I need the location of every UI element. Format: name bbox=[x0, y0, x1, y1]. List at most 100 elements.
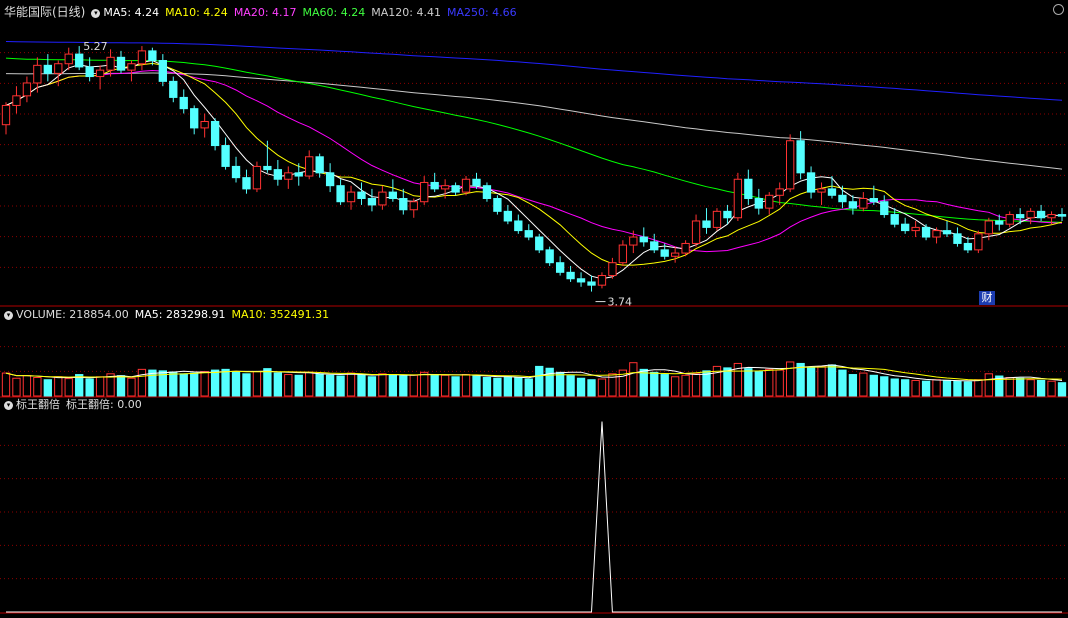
candle-body bbox=[921, 226, 931, 238]
volume-bar bbox=[179, 373, 188, 397]
candle-body bbox=[984, 220, 993, 235]
candle-body bbox=[252, 165, 262, 190]
ma-toggle-icon[interactable]: ▾ bbox=[91, 8, 101, 18]
volume-bar bbox=[880, 376, 889, 397]
candle-body bbox=[482, 185, 492, 200]
candle-body bbox=[242, 177, 251, 190]
volume-bar bbox=[681, 374, 690, 397]
candle-body bbox=[566, 271, 575, 280]
volume-bar bbox=[514, 377, 523, 397]
volume-bar bbox=[566, 375, 575, 397]
candle-body bbox=[503, 210, 513, 222]
candle-body bbox=[1057, 214, 1067, 217]
candle-body bbox=[1036, 210, 1046, 219]
candle-body bbox=[608, 262, 617, 277]
financial-report-badge[interactable]: 财 bbox=[979, 291, 995, 305]
volume-bar bbox=[472, 375, 481, 397]
candle-body bbox=[179, 96, 188, 110]
volume-bar bbox=[911, 379, 920, 397]
grid-lines bbox=[0, 52, 1068, 614]
volume-bar bbox=[1005, 377, 1014, 397]
candle-body bbox=[754, 198, 763, 209]
candle-body bbox=[744, 178, 753, 200]
candle-body bbox=[451, 185, 460, 193]
volume-bar bbox=[650, 371, 659, 397]
volume-bar bbox=[1057, 382, 1067, 397]
volume-bar bbox=[137, 368, 147, 397]
candle-body bbox=[597, 275, 607, 286]
candle-body bbox=[325, 172, 335, 187]
candle-body bbox=[869, 198, 878, 203]
volume-bar bbox=[221, 368, 230, 397]
volume-bar bbox=[535, 365, 544, 397]
ma120-line bbox=[5, 72, 1063, 170]
ma5-value: MA5: 4.24 bbox=[103, 6, 160, 19]
candle-body bbox=[1016, 214, 1025, 219]
candle-body bbox=[12, 95, 21, 106]
candle-body bbox=[639, 236, 648, 243]
candle-body bbox=[723, 210, 732, 219]
volume-bar bbox=[524, 378, 533, 397]
volume-bar bbox=[1016, 377, 1025, 397]
indicator-header: ▾ 标王翻倍 标王翻倍: 0.00 bbox=[4, 398, 148, 412]
volume-bar bbox=[869, 374, 878, 397]
candle-body bbox=[399, 198, 408, 211]
volume-bar bbox=[555, 371, 565, 397]
badge-label: 财 bbox=[981, 291, 993, 304]
candle-body bbox=[514, 220, 523, 232]
candle-body bbox=[273, 169, 283, 180]
volume-bar bbox=[169, 371, 178, 397]
volume-bar bbox=[1, 372, 11, 397]
volume-bar bbox=[210, 369, 220, 397]
candle-body bbox=[493, 198, 502, 212]
volume-bar bbox=[723, 367, 732, 397]
candle-body bbox=[587, 281, 596, 286]
volume-bar bbox=[54, 376, 63, 397]
volume-bar bbox=[1047, 380, 1056, 397]
ma20-value: MA20: 4.17 bbox=[233, 6, 297, 19]
volume-bar bbox=[284, 374, 293, 397]
candle-body bbox=[367, 198, 377, 206]
ma10-value: MA10: 4.24 bbox=[165, 6, 228, 19]
candle-body bbox=[932, 230, 941, 238]
volume-value: VOLUME: 218854.00 bbox=[16, 308, 129, 321]
candle-body bbox=[64, 53, 73, 65]
candle-body bbox=[440, 185, 450, 190]
volume-bar bbox=[357, 374, 366, 397]
candle-body bbox=[221, 145, 230, 167]
volume-bar bbox=[116, 375, 126, 397]
candle-body bbox=[733, 178, 743, 219]
volume-toggle-icon[interactable]: ▾ bbox=[4, 310, 13, 320]
volume-bar bbox=[901, 379, 910, 397]
candle-body bbox=[388, 191, 398, 200]
close-icon[interactable] bbox=[1053, 4, 1064, 15]
candle-body bbox=[838, 194, 847, 203]
volume-bar bbox=[461, 374, 471, 397]
candle-body bbox=[890, 214, 899, 225]
candle-body bbox=[974, 233, 983, 251]
volume-bar bbox=[827, 364, 837, 397]
volume-bar bbox=[388, 374, 398, 397]
volume-bar bbox=[451, 376, 460, 397]
candle-body bbox=[231, 165, 241, 179]
candle-body bbox=[54, 63, 63, 74]
candle-body bbox=[670, 252, 680, 257]
candle-body bbox=[85, 66, 94, 78]
candle-body bbox=[796, 140, 805, 174]
stock-name: 华能国际(日线) bbox=[4, 5, 86, 19]
volume-bar bbox=[33, 377, 42, 397]
candle-body bbox=[116, 56, 126, 71]
volume-bar bbox=[670, 376, 680, 397]
candle-body bbox=[827, 188, 837, 196]
volume-bar bbox=[1036, 379, 1046, 397]
volume-bar bbox=[231, 371, 241, 397]
candle-body bbox=[901, 223, 910, 232]
candle-body bbox=[378, 191, 387, 206]
volume-bar bbox=[629, 362, 638, 397]
candle-body bbox=[43, 64, 52, 74]
indicator-toggle-icon[interactable]: ▾ bbox=[4, 400, 13, 410]
candle-body bbox=[305, 156, 314, 177]
volume-bar bbox=[440, 374, 450, 397]
volume-bar bbox=[200, 371, 209, 397]
candle-body bbox=[106, 56, 115, 71]
